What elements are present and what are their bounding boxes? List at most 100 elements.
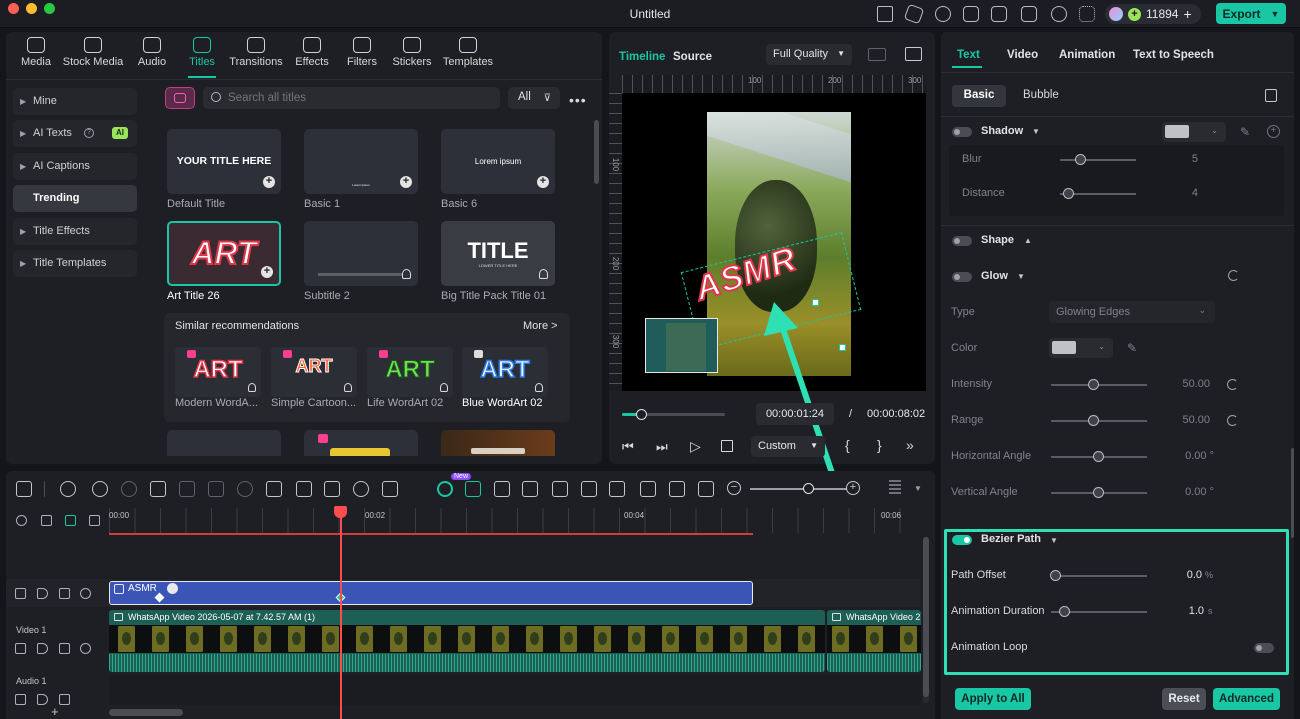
cut-icon[interactable] xyxy=(179,481,195,497)
crop-icon[interactable] xyxy=(208,481,224,497)
properties-scrollbar[interactable] xyxy=(1291,448,1294,538)
horizontal-angle-knob[interactable] xyxy=(1093,451,1104,462)
redo-icon[interactable] xyxy=(121,481,137,497)
previous-frame-icon[interactable]: ⏮ xyxy=(622,439,634,455)
volume-icon[interactable] xyxy=(37,694,48,705)
undo-icon[interactable] xyxy=(92,481,108,497)
import-icon[interactable] xyxy=(1021,6,1037,22)
chevron-down-icon[interactable]: ▼ xyxy=(1050,536,1058,545)
more-controls-icon[interactable]: » xyxy=(906,437,914,453)
distance-knob[interactable] xyxy=(1063,188,1074,199)
animation-loop-toggle[interactable] xyxy=(1254,643,1274,653)
sidebar-item-title-effects[interactable]: ▶ Title Effects xyxy=(13,218,137,245)
chevron-down-icon[interactable]: ▼ xyxy=(1032,127,1040,136)
apply-to-all-button[interactable]: Apply to All xyxy=(955,688,1031,710)
zoom-dropdown[interactable]: Custom ▼ xyxy=(751,436,825,457)
eyedropper-icon[interactable]: ✎ xyxy=(1240,125,1250,139)
intensity-knob[interactable] xyxy=(1088,379,1099,390)
recommendation-card[interactable]: ART xyxy=(462,347,548,397)
advanced-button[interactable]: Advanced xyxy=(1213,688,1280,710)
tab-source[interactable]: Source xyxy=(673,51,712,63)
progress-knob[interactable] xyxy=(635,409,647,420)
shadow-color-picker[interactable]: ⌄ xyxy=(1162,122,1226,142)
title-card-default-title[interactable]: YOUR TITLE HERE + xyxy=(167,129,281,194)
chevron-down-icon[interactable]: ▼ xyxy=(1017,272,1025,281)
gift-icon[interactable] xyxy=(877,6,893,22)
sidebar-item-trending[interactable]: Trending xyxy=(13,185,137,212)
tab-templates[interactable]: Templates xyxy=(440,37,496,73)
tab-animation[interactable]: Animation xyxy=(1059,49,1115,61)
lock-icon[interactable] xyxy=(15,643,26,654)
path-offset-knob[interactable] xyxy=(1050,570,1061,581)
mark-in-icon[interactable]: { xyxy=(845,437,850,453)
ai-copilot-icon[interactable] xyxy=(437,481,453,497)
add-icon[interactable]: + xyxy=(263,176,275,188)
current-time[interactable]: 00:00:01:24 xyxy=(756,403,834,425)
cloud-sync-icon[interactable] xyxy=(935,6,951,22)
sidebar-item-ai-texts[interactable]: ▶ AI Texts? AI xyxy=(13,120,137,147)
pen-icon[interactable] xyxy=(324,481,340,497)
audio-mixer-icon[interactable] xyxy=(640,481,656,497)
recommendation-card[interactable]: ART xyxy=(367,347,453,397)
subtab-basic[interactable]: Basic xyxy=(952,85,1006,107)
more-link[interactable]: More > xyxy=(523,320,558,332)
add-marker-icon[interactable] xyxy=(60,481,76,497)
split-icon[interactable] xyxy=(465,481,481,497)
glow-type-dropdown[interactable]: Glowing Edges ⌄ xyxy=(1049,301,1215,323)
screen-icon[interactable] xyxy=(963,6,979,22)
text-icon[interactable] xyxy=(266,481,282,497)
horizontal-angle-value[interactable]: 0.00 ° xyxy=(1166,450,1214,462)
unlink-icon[interactable] xyxy=(41,515,52,526)
more-options-icon[interactable]: ••• xyxy=(569,92,587,108)
title-card-subtitle-2[interactable] xyxy=(304,221,418,286)
eye-icon[interactable] xyxy=(80,588,91,599)
shadow-toggle[interactable] xyxy=(952,127,972,137)
lock-icon[interactable] xyxy=(15,588,26,599)
download-icon[interactable] xyxy=(440,383,448,392)
playback-progress[interactable] xyxy=(622,409,725,420)
range-slider[interactable] xyxy=(1051,420,1147,422)
timer-icon[interactable] xyxy=(353,481,369,497)
tab-timeline[interactable]: Timeline xyxy=(619,51,665,63)
mute-icon[interactable] xyxy=(59,588,70,599)
zoom-slider[interactable] xyxy=(750,488,847,490)
zoom-out-icon[interactable]: − xyxy=(727,481,741,495)
export-button[interactable]: Export ▼ xyxy=(1216,3,1286,24)
zoom-in-icon[interactable]: + xyxy=(846,481,860,495)
lock-icon[interactable] xyxy=(15,694,26,705)
add-shadow-icon[interactable]: + xyxy=(1267,125,1280,138)
tab-text[interactable]: Text xyxy=(957,49,980,61)
title-card[interactable] xyxy=(441,430,555,456)
shape-toggle[interactable] xyxy=(952,236,972,246)
support-icon[interactable] xyxy=(1051,6,1067,22)
sidebar-item-mine[interactable]: ▶ Mine xyxy=(13,88,137,115)
distance-value[interactable]: 4 xyxy=(1160,187,1198,199)
layout-grid-icon[interactable] xyxy=(16,481,32,497)
blur-slider[interactable] xyxy=(1060,159,1136,161)
transform-icon[interactable] xyxy=(296,481,312,497)
download-icon[interactable] xyxy=(248,383,256,392)
replace-icon[interactable] xyxy=(552,481,568,497)
search-input[interactable] xyxy=(228,90,488,106)
add-icon[interactable]: + xyxy=(537,176,549,188)
path-offset-value[interactable]: 0.0 xyxy=(1166,569,1202,581)
link-icon[interactable] xyxy=(65,515,76,526)
range-value[interactable]: 50.00 xyxy=(1166,414,1210,426)
tab-stickers[interactable]: Stickers xyxy=(384,37,440,73)
settings-icon[interactable] xyxy=(16,515,27,526)
grid-view-icon[interactable] xyxy=(868,48,886,61)
reset-button[interactable]: Reset xyxy=(1162,688,1206,710)
glow-toggle[interactable] xyxy=(952,272,972,282)
time-ruler[interactable] xyxy=(109,508,921,533)
save-icon[interactable] xyxy=(991,6,1007,22)
tab-text-to-speech[interactable]: Text to Speech xyxy=(1133,49,1214,61)
title-card[interactable] xyxy=(304,430,418,456)
tab-audio[interactable]: Audio xyxy=(124,37,180,73)
title-card-basic-1[interactable]: Lorem ipsum + xyxy=(304,129,418,194)
recommendation-card[interactable]: ART xyxy=(175,347,261,397)
credits-badge[interactable]: + 11894 + xyxy=(1105,4,1201,24)
stop-icon[interactable] xyxy=(721,440,733,452)
range-knob[interactable] xyxy=(1088,415,1099,426)
export-clip-icon[interactable] xyxy=(494,481,510,497)
timeline-vertical-scrollbar[interactable] xyxy=(923,537,929,703)
